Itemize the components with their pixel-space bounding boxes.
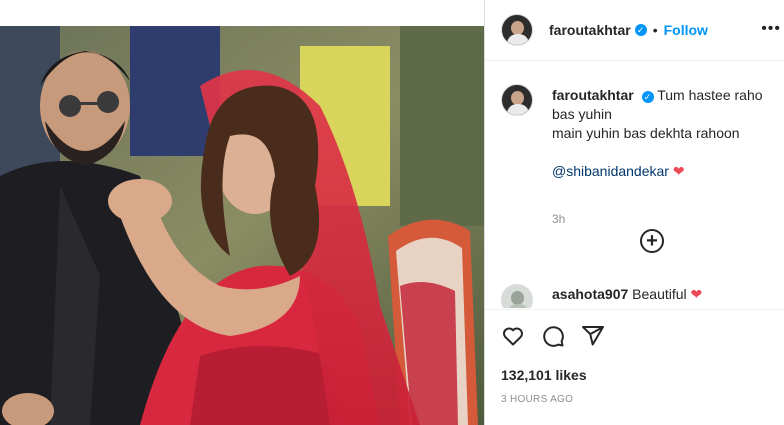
- author-username[interactable]: faroutakhtar: [549, 22, 631, 38]
- post-side-panel: faroutakhtar ✓ • Follow ••• faroutakhtar…: [484, 0, 784, 425]
- post-timestamp: 3 HOURS AGO: [501, 394, 574, 405]
- caption-verified-icon: ✓: [641, 91, 654, 103]
- caption-avatar[interactable]: [501, 84, 533, 116]
- post-header: faroutakhtar ✓ • Follow •••: [485, 0, 784, 61]
- heart-icon[interactable]: [501, 324, 525, 348]
- verified-badge-icon: ✓: [634, 24, 647, 36]
- action-icons: [501, 324, 605, 348]
- caption-username[interactable]: faroutakhtar: [552, 87, 634, 103]
- more-options-icon[interactable]: •••: [761, 20, 781, 38]
- post-photo[interactable]: [0, 26, 484, 425]
- post-actions: 132,101 likes 3 HOURS AGO: [485, 309, 784, 425]
- comment-icon[interactable]: [541, 324, 565, 348]
- follow-button[interactable]: Follow: [664, 22, 708, 38]
- heart-emoji-icon: ❤: [672, 163, 685, 179]
- separator-dot: •: [652, 22, 658, 38]
- caption-mention[interactable]: @shibanidandekar: [552, 163, 669, 179]
- load-more-comments-button[interactable]: +: [640, 229, 664, 253]
- share-icon[interactable]: [581, 324, 605, 348]
- caption-line-2: main yuhin bas dekhta rahoon: [552, 125, 740, 141]
- comment-item: asahota907 Beautiful ❤: [501, 282, 781, 308]
- comments-section[interactable]: faroutakhtar ✓ Tum hastee raho bas yuhin…: [485, 62, 784, 308]
- author-avatar[interactable]: [501, 14, 533, 46]
- commenter-avatar[interactable]: [501, 284, 533, 308]
- caption-time: 3h: [552, 212, 566, 226]
- likes-count[interactable]: 132,101 likes: [501, 367, 587, 383]
- comment-text: asahota907 Beautiful ❤: [552, 286, 702, 303]
- comment-body: Beautiful: [632, 286, 687, 302]
- commenter-username[interactable]: asahota907: [552, 286, 628, 302]
- heart-emoji-icon: ❤: [690, 286, 703, 302]
- caption-text: faroutakhtar ✓ Tum hastee raho bas yuhin…: [552, 86, 784, 181]
- post-photo-image: [0, 26, 484, 425]
- top-strip: [0, 0, 484, 26]
